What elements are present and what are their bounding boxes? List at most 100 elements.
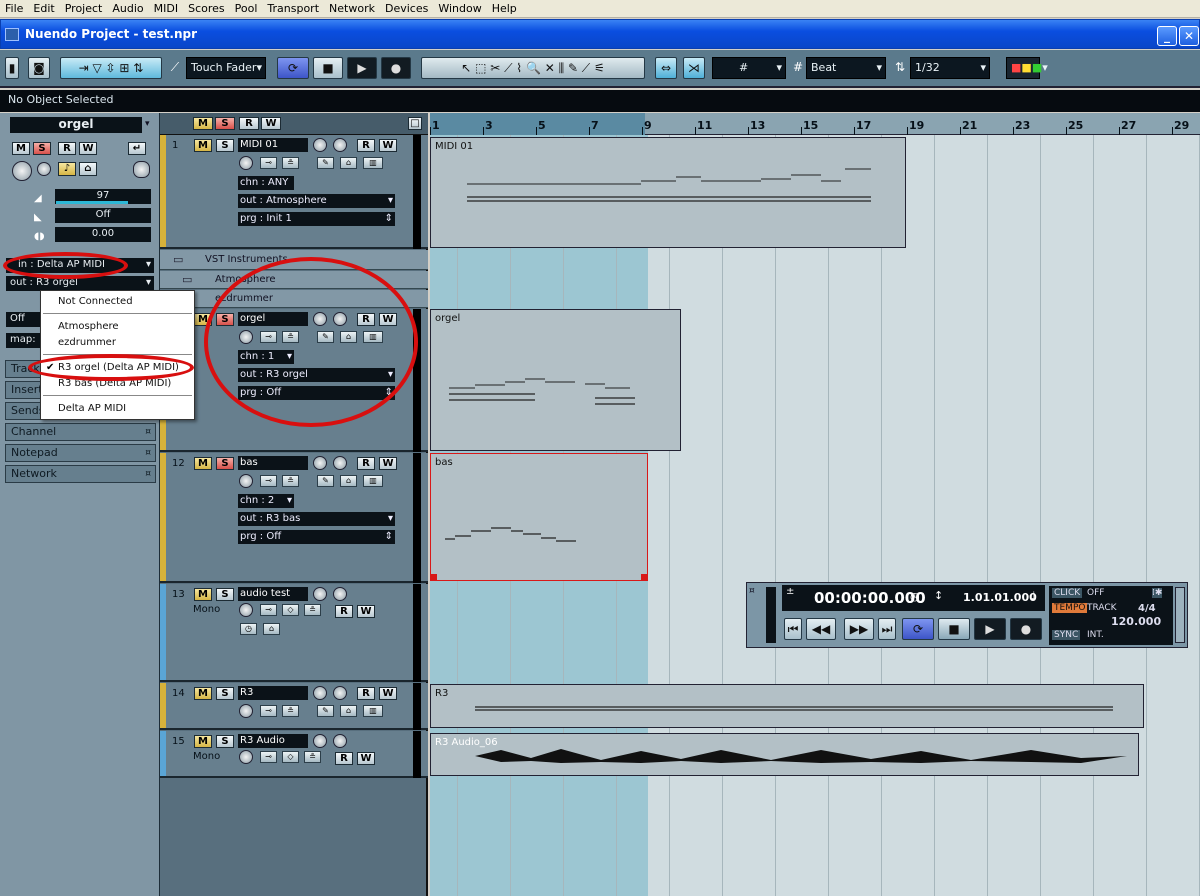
event-display[interactable]: 1 3 5 7 9 11 13 15 17 19 21 23 25 27 29 MIDI 01 orgel … (430, 113, 1200, 896)
program-select[interactable]: prg : Off ⇕ (238, 530, 395, 544)
inspector-read-button[interactable]: R (58, 142, 76, 155)
solo-button[interactable]: S (216, 457, 234, 470)
resize-handle[interactable] (641, 574, 647, 580)
bypass-inserts-icon[interactable]: ⊸ (260, 705, 277, 717)
primary-time-display[interactable]: 00:00:00.000 (814, 589, 926, 607)
inspector-monitor-icon[interactable] (37, 162, 51, 176)
menu-devices[interactable]: Devices (380, 0, 433, 18)
inspector-lock-icon[interactable]: ⌂ (79, 162, 97, 176)
menu-window[interactable]: Window (433, 0, 486, 18)
menu-item-atmosphere[interactable]: Atmosphere (58, 321, 119, 332)
section-channel[interactable]: Channel ¤ (5, 423, 156, 441)
mute-button[interactable]: M (194, 139, 212, 152)
midi-channel-select[interactable]: chn : 2 ▾ (238, 494, 294, 508)
transport-jog-slider[interactable] (1175, 587, 1185, 643)
solo-button[interactable]: S (216, 139, 234, 152)
midi-output-select[interactable]: out : R3 bas ▾ (238, 512, 395, 526)
menu-file[interactable]: File (0, 0, 28, 18)
timeline-ruler[interactable]: 1 3 5 7 9 11 13 15 17 19 21 23 25 27 29 (430, 113, 1200, 135)
section-network[interactable]: Network ¤ (5, 465, 156, 483)
menu-edit[interactable]: Edit (28, 0, 59, 18)
tool-buttons-group[interactable]: ↖ ⬚ ✂ ⟋ ⌇ 🔍 ✕ ⫼ ✎ ⟋ ⚟ (421, 57, 645, 79)
bypass-eq-icon[interactable]: ≗ (282, 705, 299, 717)
secondary-time-display[interactable]: 1.01.01.000 (963, 591, 1037, 604)
fast-forward-button[interactable]: ▶▶ (844, 618, 874, 640)
global-write-button[interactable]: W (261, 117, 281, 130)
menu-transport[interactable]: Transport (262, 0, 324, 18)
midi-part-r3[interactable]: R3 (430, 684, 1144, 728)
quantize-select[interactable]: 1/32 ▾ (910, 57, 990, 79)
snap-mode-select[interactable]: # ▾ (712, 57, 786, 79)
drum-map-icon[interactable]: ▥ (363, 157, 383, 169)
write-button[interactable]: W (379, 687, 397, 700)
global-solo-button[interactable]: S (215, 117, 235, 130)
track-r3-audio[interactable]: 15 Mono M S R3 Audio ⊸ ◇ ≗ R W (160, 731, 428, 778)
bypass-eq-icon[interactable]: ◇ (282, 604, 299, 616)
menu-help[interactable]: Help (487, 0, 522, 18)
midi-part-bas[interactable]: bas (430, 453, 648, 581)
bypass-sends-icon[interactable]: ≗ (304, 751, 321, 763)
mute-button[interactable]: M (194, 457, 212, 470)
solo-button[interactable]: S (216, 735, 234, 748)
record-button[interactable]: ● (381, 57, 411, 79)
monitor-icon[interactable] (333, 138, 347, 152)
menu-pool[interactable]: Pool (230, 0, 263, 18)
section-notepad[interactable]: Notepad ¤ (5, 444, 156, 462)
tempo-button[interactable]: TEMPO (1052, 603, 1088, 613)
inspector-toggle-button[interactable]: ▮ (5, 57, 19, 79)
bypass-inserts-icon[interactable]: ⊸ (260, 157, 277, 169)
inspector-pan[interactable]: Off (55, 208, 151, 223)
edit-channel-icon[interactable] (239, 704, 253, 718)
inspector-edit-button[interactable]: ↵ (128, 142, 146, 155)
grid-type-select[interactable]: Beat ▾ (806, 57, 886, 79)
monitor-icon[interactable] (333, 734, 347, 748)
track-name[interactable]: MIDI 01 (238, 138, 308, 152)
transport-close-icon[interactable]: ¤ (749, 586, 755, 596)
click-button[interactable]: CLICK (1052, 588, 1083, 598)
track-name[interactable]: R3 (238, 686, 308, 700)
audio-event-r3-audio[interactable]: R3 Audio_06 (430, 733, 1139, 776)
track-name[interactable]: audio test (238, 587, 308, 601)
snap-button[interactable]: ⋊ (683, 57, 705, 79)
bypass-inserts-icon[interactable]: ⊸ (260, 751, 277, 763)
track-bas[interactable]: 12 M S bas R W ⊸ ≗ ✎ ⌂ ▥ chn : 2 ▾ out : … (160, 453, 428, 583)
edit-channel-icon[interactable] (239, 156, 253, 170)
inspector-map-field[interactable]: map: (6, 333, 40, 348)
click-settings-icon[interactable]: ⁞✱ (1152, 588, 1163, 598)
edit-channel-icon[interactable] (239, 474, 253, 488)
read-button[interactable]: R (357, 139, 375, 152)
global-mute-button[interactable]: M (193, 117, 213, 130)
inspector-off-field[interactable]: Off (6, 312, 40, 327)
menu-item-not-connected[interactable]: Not Connected (58, 296, 133, 307)
transport-stop-button[interactable]: ■ (938, 618, 970, 640)
inspector-write-button[interactable]: W (79, 142, 97, 155)
solo-button[interactable]: S (216, 687, 234, 700)
sync-button[interactable]: SYNC (1052, 630, 1081, 640)
chevron-down-icon[interactable]: ▾ (145, 119, 150, 129)
color-select[interactable]: ■■■▾ (1006, 57, 1048, 79)
bypass-eq-icon[interactable]: ≗ (282, 475, 299, 487)
tempo-value[interactable]: 120.000 (1111, 615, 1161, 628)
record-enable-icon[interactable] (313, 138, 327, 152)
menu-item-delta-ap-midi[interactable]: Delta AP MIDI (58, 403, 126, 414)
nudge-icon[interactable]: ± (786, 586, 794, 597)
constrain-delay-button[interactable]: ◙ (28, 57, 50, 79)
menu-item-ezdrummer[interactable]: ezdrummer (58, 337, 116, 348)
transport-play-button[interactable]: ▶ (974, 618, 1006, 640)
lock-icon[interactable]: ⌂ (263, 623, 280, 635)
inspector-mute-button[interactable]: M (12, 142, 30, 155)
inspector-delay[interactable]: 0.00 (55, 227, 151, 242)
menu-midi[interactable]: MIDI (149, 0, 183, 18)
midi-part-orgel[interactable]: orgel (430, 309, 681, 451)
track-audio-test[interactable]: 13 Mono M S audio test ⊸ ◇ ≗ R W ◷ ⌂ (160, 584, 428, 682)
edit-channel-icon[interactable] (239, 750, 253, 764)
menu-network[interactable]: Network (324, 0, 380, 18)
bypass-inserts-icon[interactable]: ⊸ (260, 604, 277, 616)
read-button[interactable]: R (357, 687, 375, 700)
write-button[interactable]: W (357, 605, 375, 618)
view-options-group[interactable]: ⇥ ▽ ⇳ ⊞ ⇅ (60, 57, 162, 79)
write-button[interactable]: W (379, 139, 397, 152)
record-enable-icon[interactable] (313, 686, 327, 700)
write-button[interactable]: W (357, 752, 375, 765)
stop-button[interactable]: ■ (313, 57, 343, 79)
